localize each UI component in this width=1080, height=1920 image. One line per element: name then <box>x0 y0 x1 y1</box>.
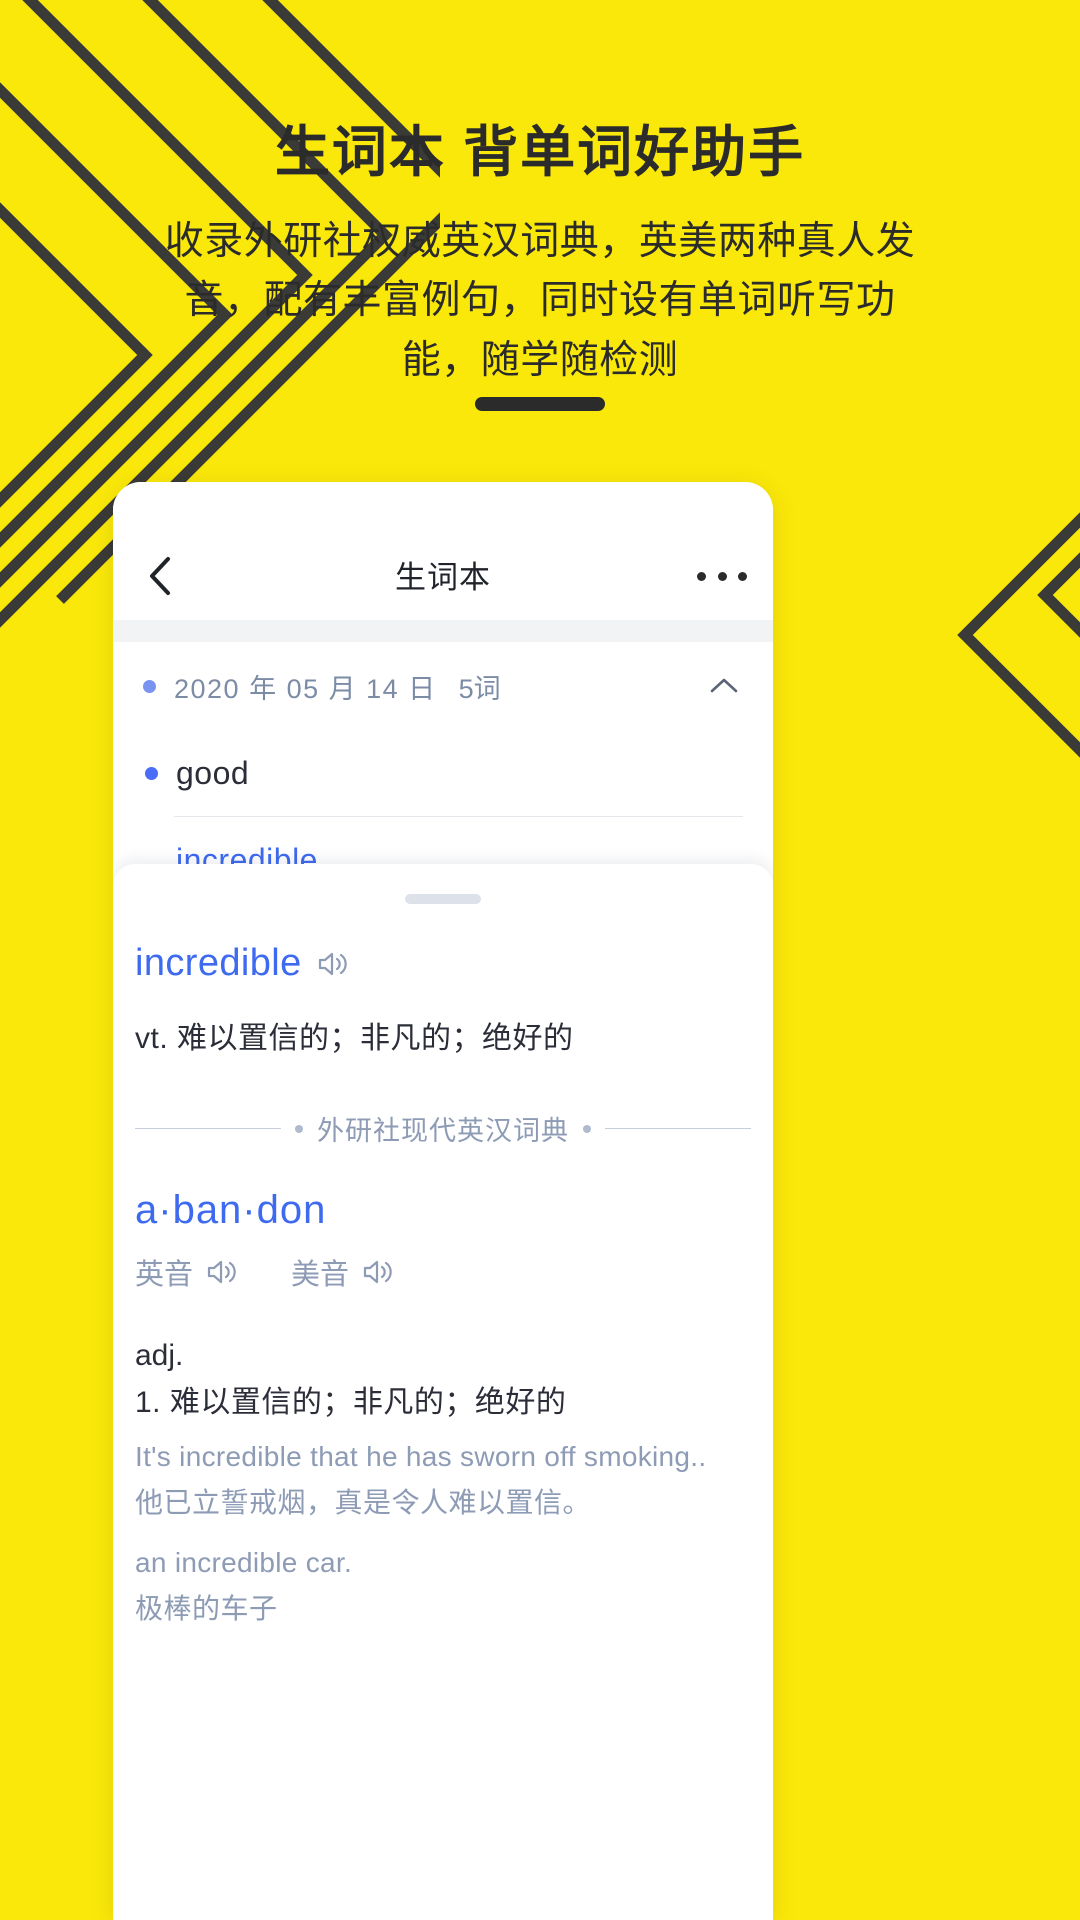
detail-headword: a·ban·don <box>135 1188 327 1232</box>
app-navbar: 生词本 <box>113 482 773 620</box>
example-english: It's incredible that he has sworn off sm… <box>135 1441 707 1472</box>
part-of-speech: adj. <box>135 1339 184 1372</box>
sheet-drag-handle[interactable] <box>405 894 481 904</box>
pronunciation-row: 英音 美音 <box>135 1251 751 1293</box>
group-bullet-icon <box>143 679 156 693</box>
speaker-icon <box>207 1260 236 1284</box>
pronunciation-uk-label: 英音 <box>135 1259 194 1291</box>
list-item[interactable]: good <box>143 730 743 816</box>
speaker-icon <box>318 952 347 975</box>
page-title: 生词本 背单词好助手 <box>274 121 806 183</box>
example-chinese: 极棒的车子 <box>135 1593 278 1624</box>
page-subtitle: 收录外研社权威英汉词典，英美两种真人发音，配有丰富例句，同时设有单词听写功能，随… <box>164 220 916 382</box>
speaker-icon <box>363 1260 392 1284</box>
entry-definition: vt. 难以置信的；非凡的；绝好的 <box>135 1022 574 1055</box>
example-english: an incredible car. <box>135 1547 353 1578</box>
poster-background: 生词本 背单词好助手 收录外研社权威英汉词典，英美两种真人发音，配有丰富例句，同… <box>0 0 1080 1920</box>
entry-headword-row: incredible <box>135 942 751 985</box>
example-chinese: 他已立誓戒烟，真是令人难以置信。 <box>135 1487 592 1518</box>
word-label: good <box>176 754 250 791</box>
group-date: 2020 年 05 月 14 日 <box>174 673 437 704</box>
word-bullet-icon <box>145 766 158 780</box>
phone-mockup: 生词本 2020 年 05 月 14 日 5词 good incredible … <box>113 482 773 1920</box>
navbar-title: 生词本 <box>395 560 491 595</box>
divider-line <box>605 1128 751 1129</box>
sense-text: 1. 难以置信的；非凡的；绝好的 <box>135 1386 567 1419</box>
divider-bullet-icon <box>583 1124 591 1133</box>
divider-pill <box>475 397 605 411</box>
pronunciation-uk-button[interactable]: 英音 <box>135 1251 239 1293</box>
entry-word: incredible <box>135 942 302 984</box>
divider-bullet-icon <box>295 1124 303 1133</box>
group-word-count: 5词 <box>458 673 501 704</box>
more-options-button[interactable] <box>697 562 747 590</box>
more-dot <box>697 571 706 581</box>
example-item: an incredible car. 极棒的车子 <box>135 1547 751 1627</box>
divider-line <box>135 1128 281 1129</box>
navbar-underband <box>113 620 773 642</box>
dictionary-source-divider: 外研社现代英汉词典 <box>135 1109 751 1148</box>
chevron-up-icon[interactable] <box>707 670 741 704</box>
sheet-content: incredible vt. 难以置信的；非凡的；绝好的 外研社现代英汉词典 a… <box>113 942 773 1627</box>
pronunciation-us-button[interactable]: 美音 <box>291 1251 395 1293</box>
entry-speaker-button[interactable] <box>316 949 350 979</box>
more-dot <box>717 571 727 581</box>
dictionary-source-label: 外研社现代英汉词典 <box>317 1116 569 1146</box>
word-group-header[interactable]: 2020 年 05 月 14 日 5词 <box>143 642 743 730</box>
example-item: It's incredible that he has sworn off sm… <box>135 1441 751 1521</box>
more-dot <box>738 571 747 581</box>
dictionary-bottom-sheet: incredible vt. 难以置信的；非凡的；绝好的 外研社现代英汉词典 a… <box>113 864 773 1920</box>
pronunciation-us-label: 美音 <box>291 1259 350 1291</box>
